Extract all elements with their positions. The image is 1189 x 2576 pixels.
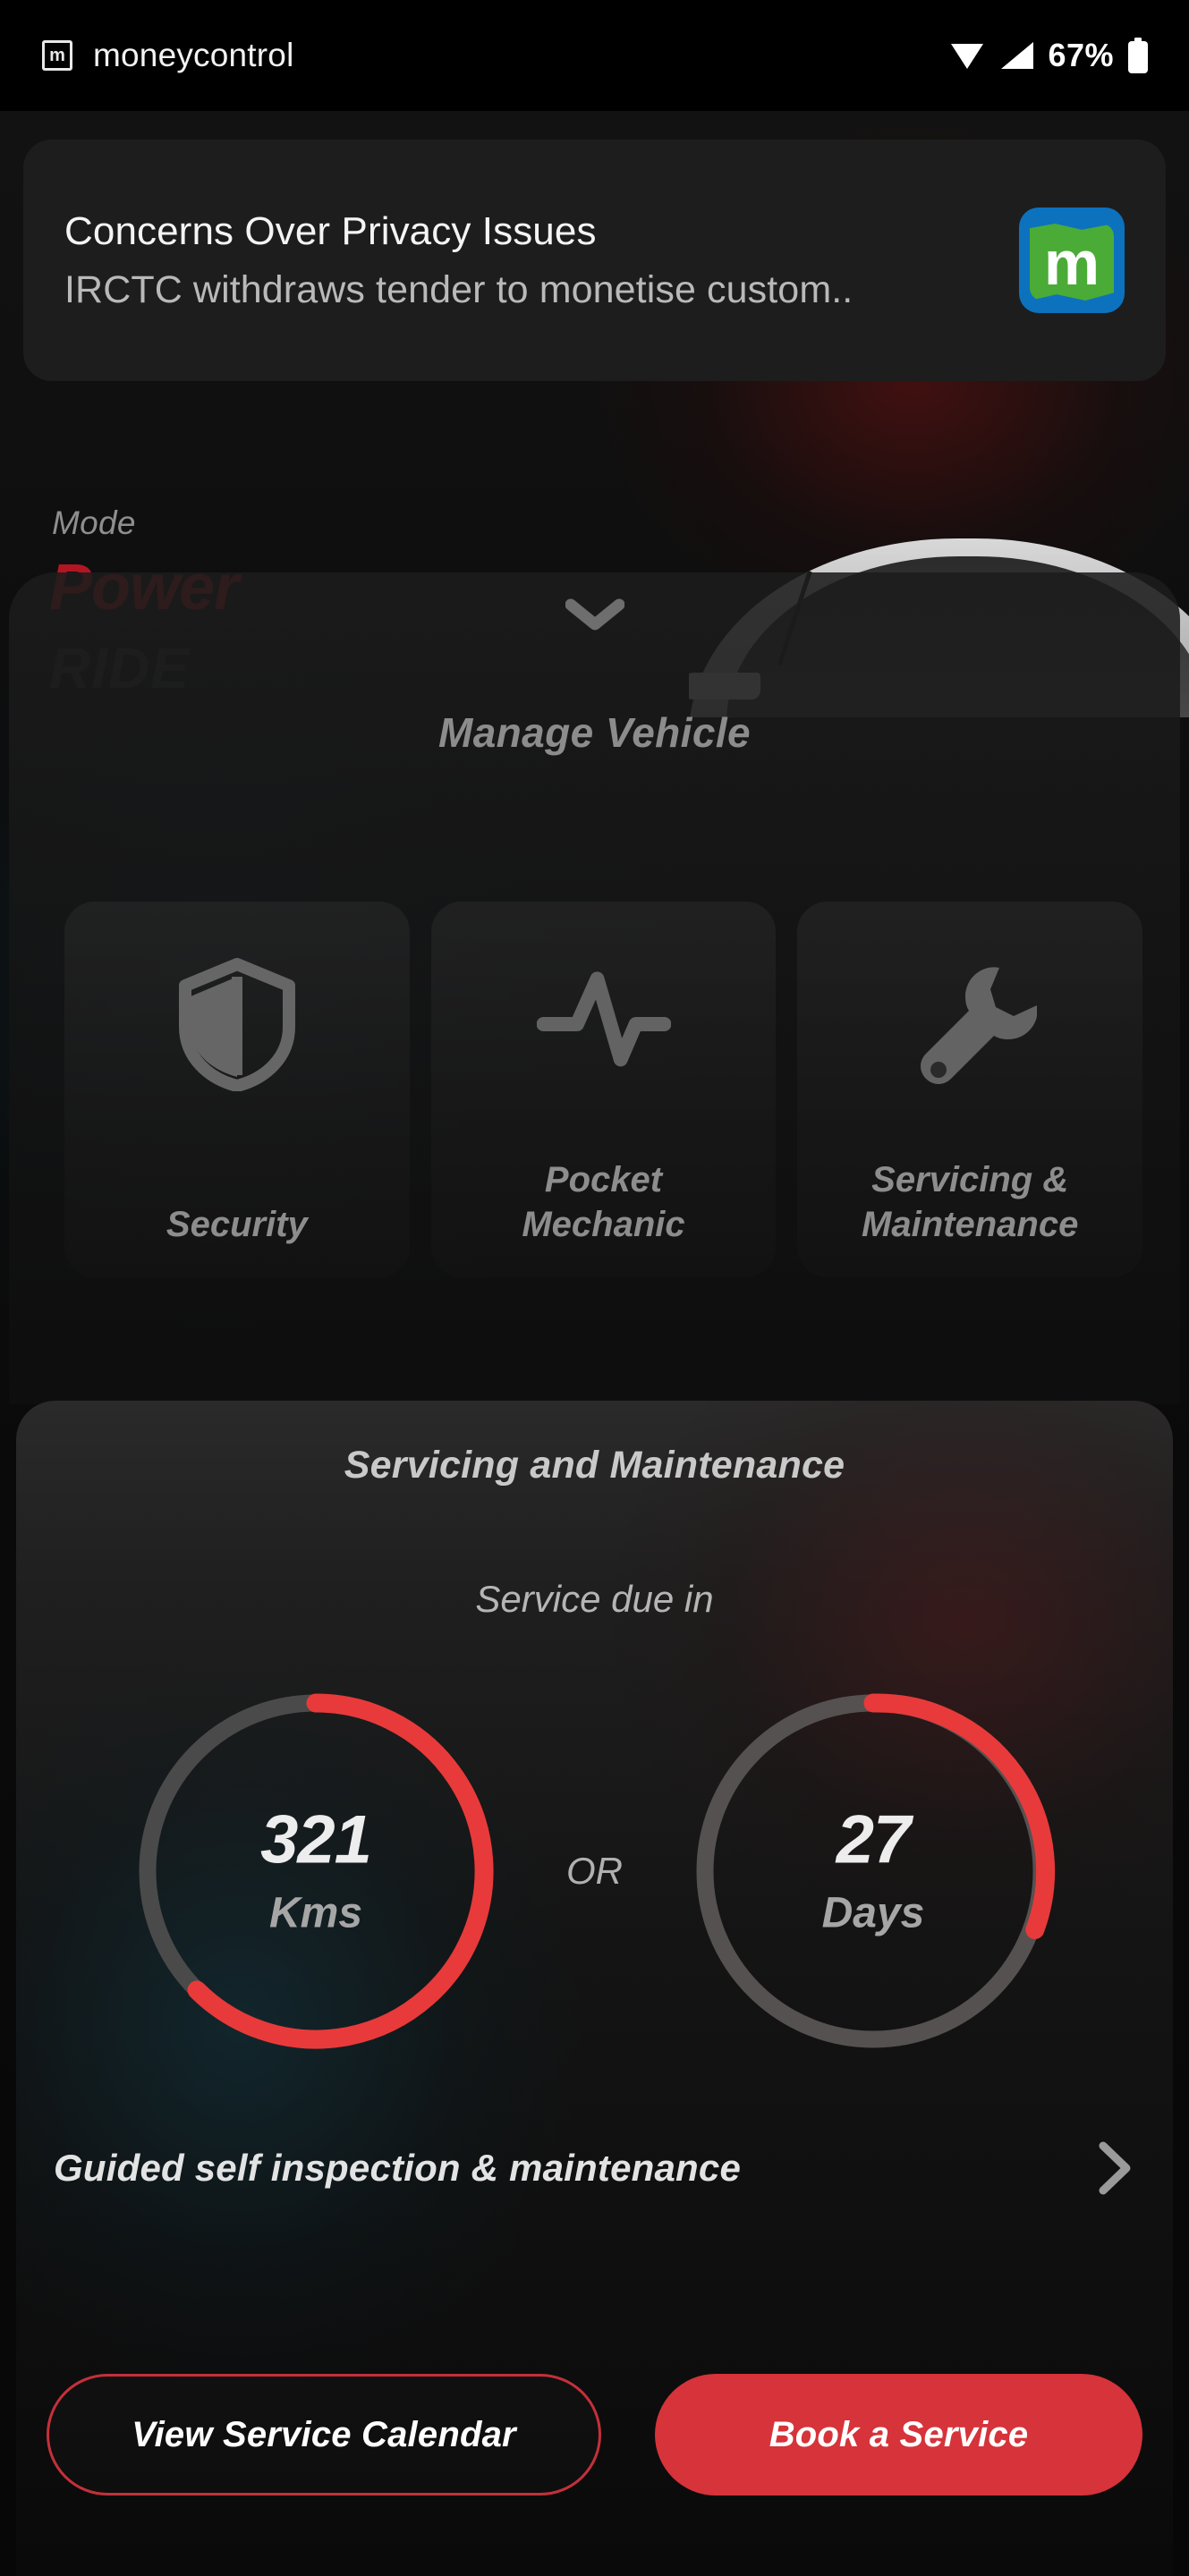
guided-self-inspection-row[interactable]: Guided self inspection & maintenance (54, 2125, 1135, 2211)
sheet-title: Servicing and Maintenance (344, 1444, 845, 1487)
status-bar-app-name: moneycontrol (93, 37, 294, 73)
tile-pocket-mechanic-label: Pocket Mechanic (440, 1157, 768, 1247)
gauge-kms: 321 Kms (119, 1674, 513, 2068)
wrench-icon (903, 957, 1038, 1091)
gauge-kms-unit: Kms (268, 1889, 363, 1937)
tile-servicing-label: Servicing & Maintenance (806, 1157, 1134, 1247)
guided-self-inspection-label: Guided self inspection & maintenance (54, 2147, 742, 2189)
tile-label-line2: Mechanic (522, 1205, 685, 1244)
chevron-right-icon (1096, 2140, 1135, 2196)
manage-vehicle-panel: Manage Vehicle Security Pocket Mechanic … (9, 572, 1180, 1404)
tile-security-label: Security (166, 1205, 308, 1244)
gauge-separator-or: OR (566, 1850, 623, 1892)
notification-title: Concerns Over Privacy Issues (64, 208, 597, 253)
tile-pocket-mechanic[interactable]: Pocket Mechanic (430, 902, 777, 1277)
gauge-kms-center: 321 Kms (119, 1801, 513, 1938)
gauge-kms-value: 321 (260, 1801, 372, 1878)
status-bar-left: m moneycontrol (39, 37, 294, 74)
phone-screen: Mode Power RIDE Manage Vehicle (0, 0, 1189, 2576)
view-service-calendar-button[interactable]: View Service Calendar (47, 2374, 601, 2496)
moneycontrol-logo-letter: m (1043, 228, 1100, 298)
wifi-icon (951, 44, 984, 69)
moneycontrol-app-icon: m (39, 38, 75, 73)
app-icon-letter: m (42, 40, 72, 71)
manage-vehicle-tiles: Security Pocket Mechanic Servicing & Mai… (64, 902, 1143, 1277)
manage-vehicle-title: Manage Vehicle (437, 709, 752, 756)
battery-percent-label: 67% (1048, 37, 1114, 73)
gauge-days-value: 27 (836, 1801, 912, 1878)
service-due-label: Service due in (475, 1578, 714, 1620)
status-bar: m moneycontrol 67% (0, 0, 1189, 111)
gauge-days: 27 Days (676, 1674, 1070, 2068)
gauge-days-center: 27 Days (676, 1801, 1070, 1938)
servicing-maintenance-sheet: Servicing and Maintenance Service due in… (16, 1401, 1173, 2576)
moneycontrol-logo: m (1019, 208, 1125, 313)
notification-card[interactable]: Concerns Over Privacy Issues IRCTC withd… (23, 140, 1166, 381)
mode-label: Mode (52, 504, 136, 541)
gauge-days-unit: Days (821, 1889, 925, 1937)
sheet-action-buttons: View Service Calendar Book a Service (47, 2374, 1142, 2496)
tile-label-line1: Pocket (544, 1160, 663, 1199)
book-a-service-button[interactable]: Book a Service (655, 2374, 1142, 2496)
battery-icon (1128, 38, 1148, 73)
collapse-panel-button[interactable] (555, 589, 635, 642)
tile-servicing-maintenance[interactable]: Servicing & Maintenance (797, 902, 1143, 1277)
notification-body: IRCTC withdraws tender to monetise custo… (64, 267, 854, 311)
pulse-waveform-icon (536, 957, 671, 1091)
status-bar-right: 67% (949, 37, 1150, 74)
service-gauges: 321 Kms OR 27 Days (16, 1665, 1173, 2077)
tile-label-line2: Maintenance (862, 1205, 1079, 1244)
notification-text: Concerns Over Privacy Issues IRCTC withd… (64, 209, 992, 312)
cellular-signal-icon (1001, 42, 1034, 69)
chevron-down-icon (565, 598, 624, 631)
tile-label-line1: Servicing & (871, 1160, 1069, 1199)
tile-security[interactable]: Security (64, 902, 410, 1277)
shield-icon (170, 957, 304, 1091)
